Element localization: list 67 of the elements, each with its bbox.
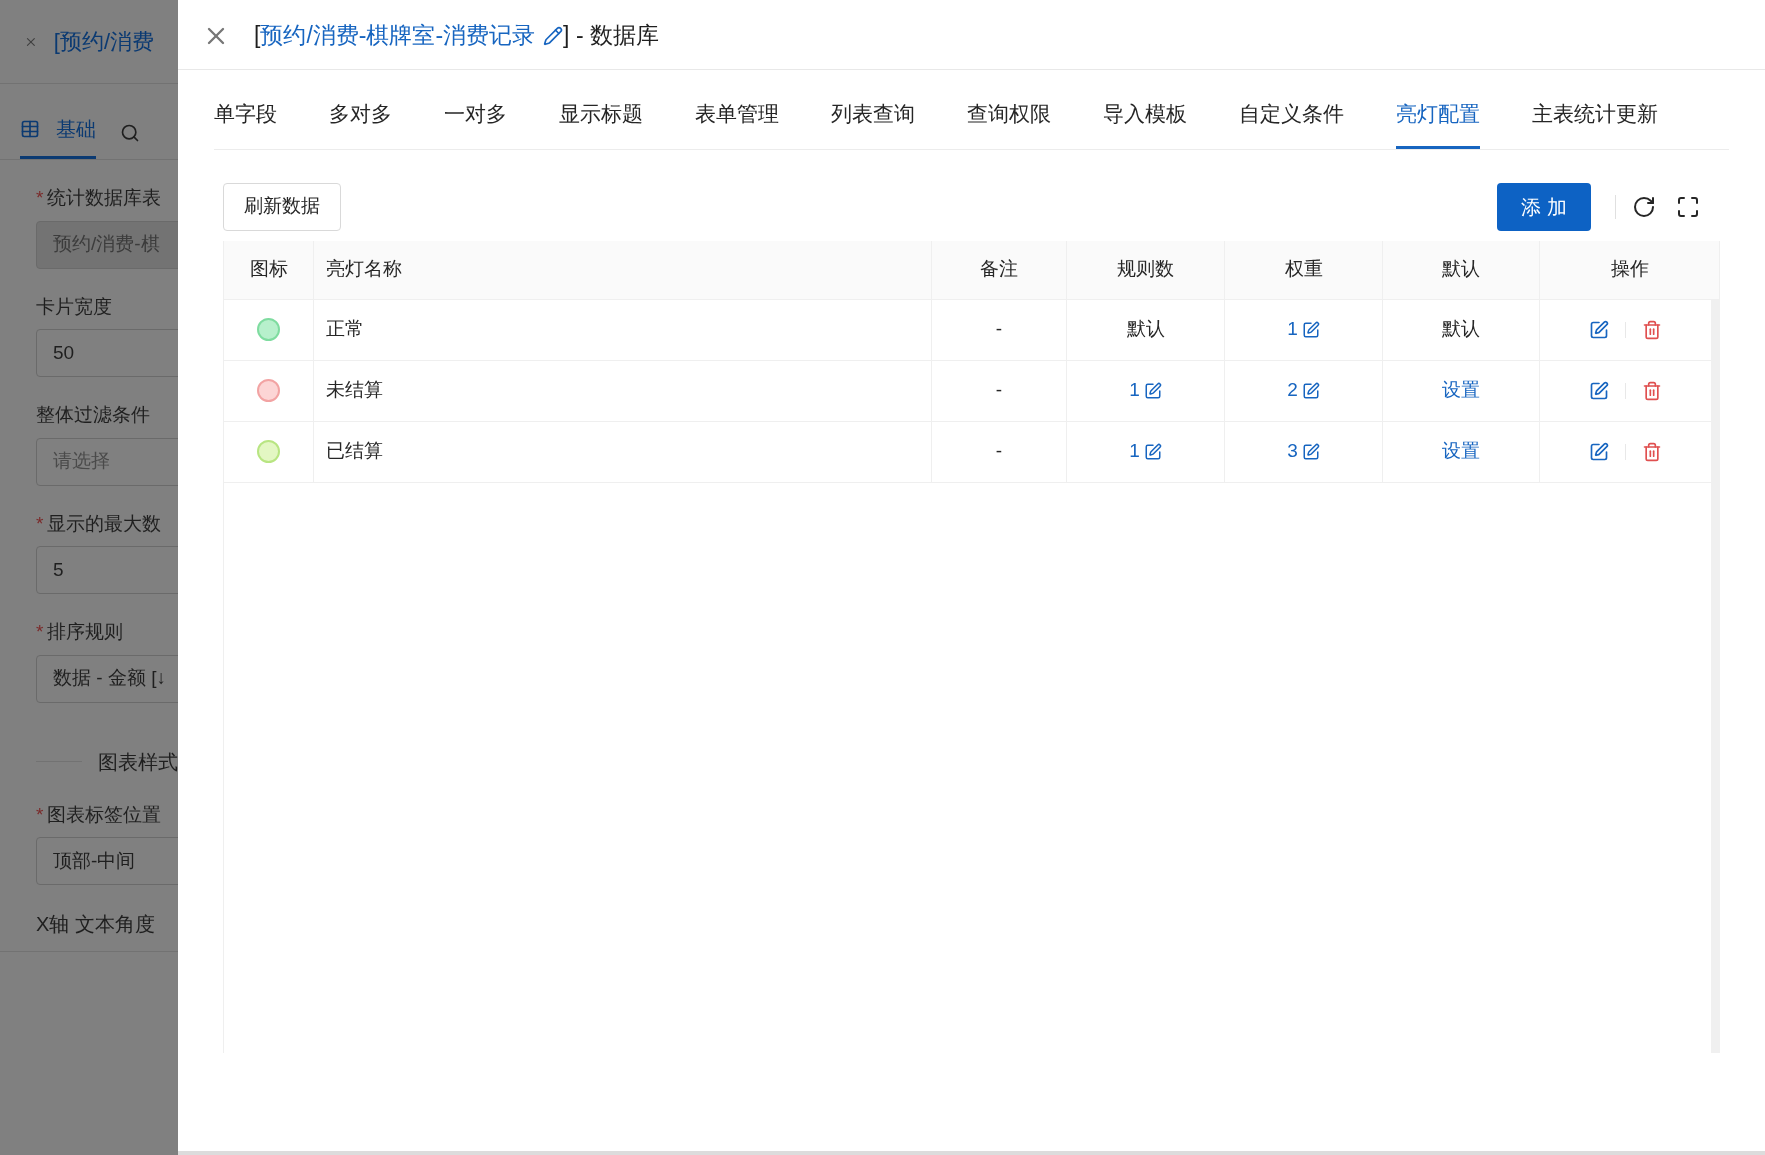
tab[interactable]: 显示标题 (559, 98, 643, 149)
delete-icon[interactable] (1642, 319, 1662, 340)
refresh-data-button[interactable]: 刷新数据 (223, 182, 341, 231)
column-header: 权重 (1284, 257, 1323, 282)
edit-icon[interactable] (1301, 320, 1320, 339)
column-header: 操作 (1610, 257, 1649, 282)
editable-value[interactable]: 1 (1129, 437, 1162, 466)
edit-icon[interactable] (1143, 442, 1162, 461)
edit-icon[interactable] (543, 25, 564, 46)
tab[interactable]: 亮灯配置 (1396, 98, 1480, 149)
table-icon (20, 119, 40, 139)
delete-icon[interactable] (1642, 380, 1662, 401)
bracket-text: [ (254, 21, 261, 51)
table-cell-text: - (995, 378, 1003, 403)
required-mark: * (36, 802, 44, 827)
editable-value[interactable]: 1 (1287, 315, 1320, 344)
edit-icon[interactable] (1143, 381, 1162, 400)
field-label: 排序规则 (47, 620, 124, 644)
editable-value[interactable]: 3 (1287, 437, 1320, 466)
required-mark: * (36, 620, 44, 644)
column-header: 亮灯名称 (326, 257, 402, 282)
editable-value[interactable]: 2 (1287, 376, 1320, 405)
tab[interactable]: 一对多 (444, 98, 507, 149)
tab[interactable]: 多对多 (329, 98, 392, 149)
table-cell-text: 默认 (1126, 317, 1165, 342)
required-mark: * (36, 511, 44, 536)
table-cell-text: 默认 (1442, 317, 1480, 342)
title-suffix: ] - 数据库 (563, 21, 659, 51)
field-label: 整体过滤条件 (36, 403, 150, 427)
tab[interactable]: 列表查询 (831, 98, 915, 149)
add-button[interactable]: 添 加 (1497, 182, 1591, 231)
edit-icon[interactable] (1589, 319, 1609, 340)
tab[interactable]: 导入模板 (1103, 98, 1187, 149)
table-cell-text: 正常 (326, 317, 364, 342)
edit-icon[interactable] (1301, 442, 1320, 461)
tab[interactable]: 单字段 (214, 98, 277, 149)
table-cell-text: 已结算 (326, 439, 383, 464)
fullscreen-icon[interactable] (1676, 194, 1700, 219)
tab[interactable]: 查询权限 (967, 98, 1051, 149)
edit-icon[interactable] (1589, 380, 1609, 401)
set-default-link[interactable]: 设置 (1442, 437, 1480, 466)
field-label: 图表标签位置 (47, 802, 162, 827)
delete-icon[interactable] (1642, 441, 1662, 462)
tab[interactable]: 自定义条件 (1239, 98, 1344, 149)
required-mark: * (36, 186, 44, 210)
panel-title: [预约/消费 (53, 28, 154, 56)
title-link[interactable]: 预约/消费-棋牌室-消费记录 (260, 18, 536, 53)
table-cell-text: 未结算 (326, 378, 383, 403)
section-title: 图表样式 (98, 749, 178, 775)
table-cell-text: - (995, 439, 1003, 464)
edit-icon[interactable] (1589, 441, 1609, 462)
table-cell-text: - (995, 317, 1003, 342)
tab[interactable]: 表单管理 (695, 98, 779, 149)
field-label: X轴 文本角度 (36, 912, 156, 937)
set-default-link[interactable]: 设置 (1442, 376, 1480, 405)
column-header: 默认 (1442, 257, 1480, 282)
refresh-icon[interactable] (1632, 194, 1656, 219)
field-label: 显示的最大数 (47, 511, 162, 536)
tab[interactable]: 主表统计更新 (1532, 98, 1658, 149)
editable-value[interactable]: 1 (1129, 376, 1162, 405)
column-header: 备注 (980, 257, 1018, 282)
column-header: 图标 (249, 257, 288, 282)
edit-icon[interactable] (1301, 381, 1320, 400)
field-label: 统计数据库表 (47, 186, 162, 210)
column-header: 规则数 (1117, 257, 1174, 282)
field-label: 卡片宽度 (36, 294, 112, 319)
search-icon[interactable] (120, 123, 140, 143)
